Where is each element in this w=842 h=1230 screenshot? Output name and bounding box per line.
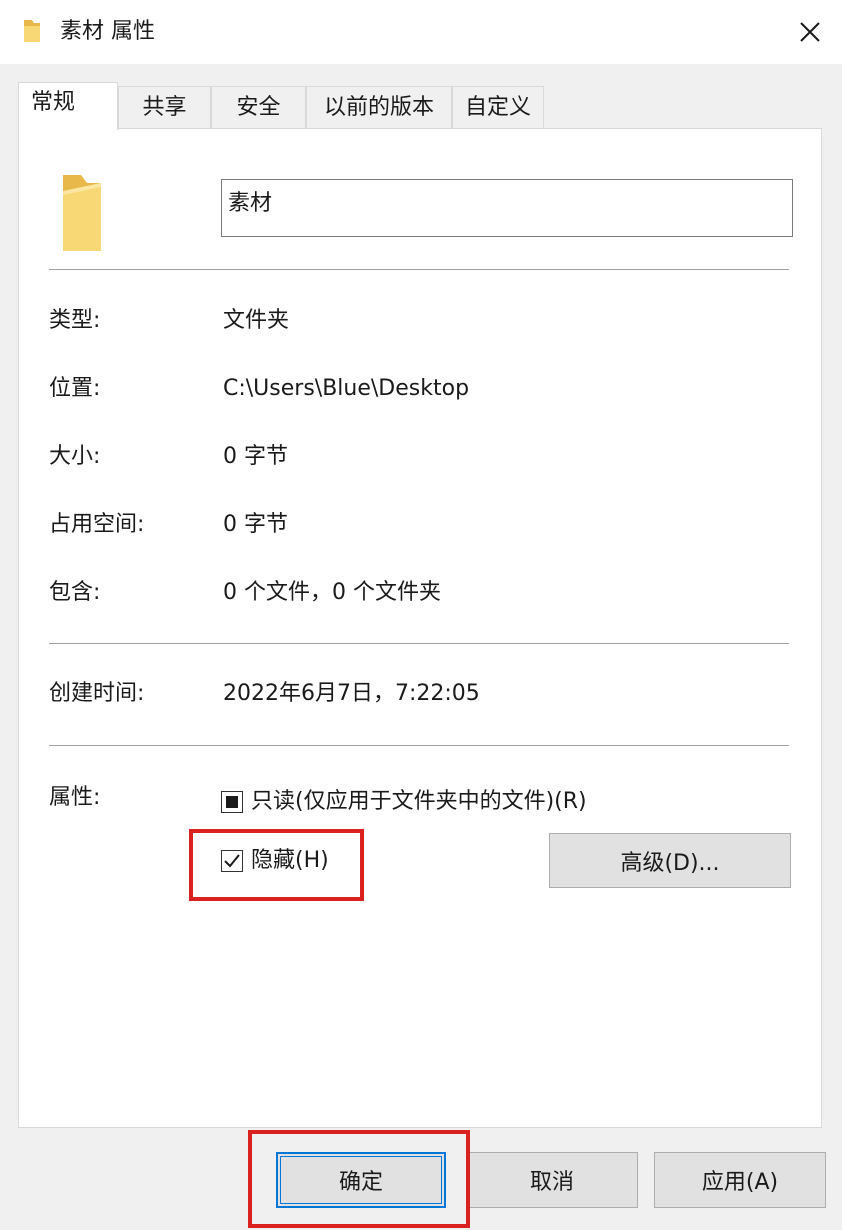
tab-previous-versions[interactable]: 以前的版本 [306,86,452,128]
created-value: 2022年6月7日，7:22:05 [223,681,480,706]
cancel-button[interactable]: 取消 [466,1152,638,1208]
contains-value: 0 个文件，0 个文件夹 [223,580,441,605]
location-value: C:\Users\Blue\Desktop [223,376,470,401]
general-tab-panel: 素材 类型: 文件夹 位置: C:\Users\Blue\Desktop 大小:… [18,128,822,1128]
close-icon [800,22,820,42]
tab-security[interactable]: 安全 [211,86,306,128]
type-value: 文件夹 [223,308,290,333]
apply-button[interactable]: 应用(A) [654,1152,826,1208]
indeterminate-mark [226,796,238,808]
close-button[interactable] [786,8,834,56]
hidden-checkbox[interactable] [221,850,243,872]
folder-name-input[interactable]: 素材 [221,179,793,237]
divider [49,643,789,644]
window-title: 素材 属性 [60,19,155,44]
tab-customize[interactable]: 自定义 [452,86,544,128]
large-folder-icon [57,171,107,255]
hidden-label: 隐藏(H) [251,848,329,873]
title-bar: 素材 属性 [0,0,842,64]
type-label: 类型: [49,308,101,333]
size-label: 大小: [49,444,101,469]
divider [49,269,789,270]
hidden-checkbox-row[interactable]: 隐藏(H) [221,846,329,876]
tab-general[interactable]: 常规 [18,82,118,130]
checkmark-icon [224,854,240,868]
size-on-disk-value: 0 字节 [223,512,288,537]
divider [49,745,789,746]
attributes-label: 属性: [49,785,101,810]
contains-label: 包含: [49,580,101,605]
tab-sharing[interactable]: 共享 [118,86,211,128]
size-on-disk-label: 占用空间: [49,512,145,537]
size-value: 0 字节 [223,444,288,469]
folder-icon [22,18,42,44]
ok-button[interactable]: 确定 [276,1152,446,1208]
created-label: 创建时间: [49,681,145,706]
properties-dialog: 素材 属性 常规 共享 安全 以前的版本 自定义 素材 类型: 文件夹 位置: … [0,0,842,1230]
readonly-checkbox-row[interactable]: 只读(仅应用于文件夹中的文件)(R) [221,787,587,817]
ok-label: 确定 [338,1170,383,1195]
readonly-label: 只读(仅应用于文件夹中的文件)(R) [251,789,587,814]
readonly-checkbox[interactable] [221,791,243,813]
advanced-button[interactable]: 高级(D)... [549,833,791,888]
location-label: 位置: [49,376,101,401]
